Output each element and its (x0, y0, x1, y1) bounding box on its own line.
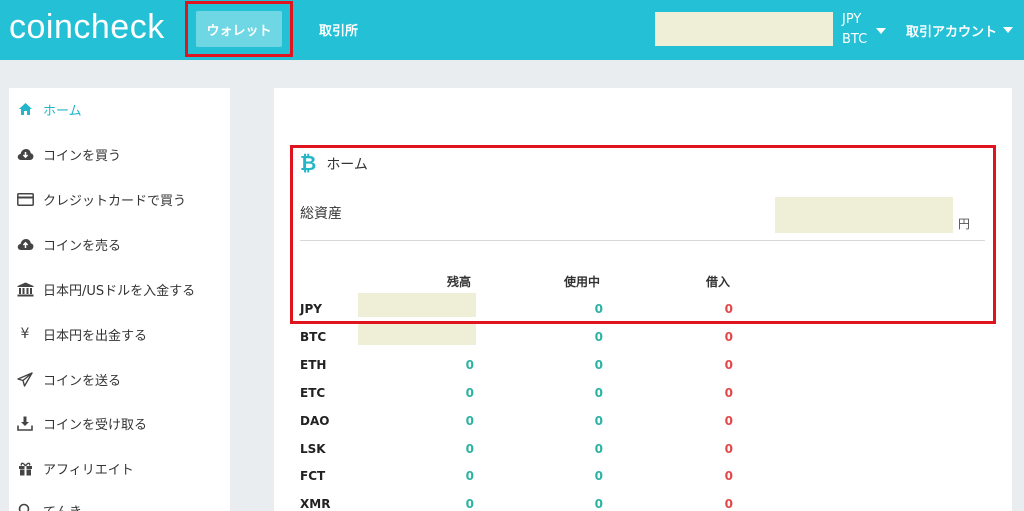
home-summary-highlight-box (290, 145, 996, 324)
home-icon (16, 101, 34, 117)
table-row: FCT 0 0 0 (300, 467, 760, 487)
sidebar-item-label: 日本円を出金する (43, 328, 148, 344)
balance-value: 0 (465, 442, 474, 456)
sidebar-item-label: ホーム (43, 103, 82, 119)
borrowed-value: 0 (724, 386, 733, 400)
currency-code: FCT (300, 469, 326, 483)
balance-value: 0 (465, 469, 474, 483)
currency-switcher[interactable]: JPY BTC (842, 10, 867, 50)
borrowed-value: 0 (724, 497, 733, 511)
table-row: ETH 0 0 0 (300, 356, 760, 376)
in-use-value: 0 (594, 497, 603, 511)
sidebar-item-label: コインを受け取る (43, 417, 148, 433)
balance-value: 0 (465, 358, 474, 372)
cloud-upload-icon (16, 236, 34, 252)
in-use-value: 0 (594, 414, 603, 428)
wallet-highlight-box (185, 1, 293, 57)
send-icon (16, 371, 34, 387)
sidebar-item-withdraw[interactable]: ¥ 日本円を出金する (16, 324, 147, 344)
sidebar-item-deposit[interactable]: 日本円/USドルを入金する (16, 279, 195, 299)
currency-option-jpy[interactable]: JPY (842, 10, 867, 30)
credit-card-icon (16, 191, 34, 207)
table-row: DAO 0 0 0 (300, 412, 760, 432)
currency-code: XMR (300, 497, 331, 511)
gift-icon (16, 460, 34, 476)
sidebar-item-label: てんき (43, 501, 82, 511)
borrowed-value: 0 (724, 414, 733, 428)
exchange-nav-link[interactable]: 取引所 (319, 20, 358, 39)
sidebar-item-label: コインを買う (43, 148, 122, 164)
currency-option-btc[interactable]: BTC (842, 30, 867, 50)
sidebar-item-buy[interactable]: コインを買う (16, 144, 121, 164)
coincheck-logo[interactable]: coincheck (9, 8, 165, 47)
yen-icon: ¥ (20, 326, 30, 342)
table-row: BTC 0 0 (300, 321, 760, 348)
download-icon (16, 415, 34, 431)
redacted-user-info (655, 12, 833, 46)
sidebar-item-send[interactable]: コインを送る (16, 369, 121, 389)
sidebar-item-sell[interactable]: コインを売る (16, 234, 121, 254)
in-use-value: 0 (594, 330, 603, 344)
currency-code: ETC (300, 386, 326, 400)
top-header: coincheck ウォレット 取引所 JPY BTC 取引アカウント (0, 0, 1024, 60)
currency-code: LSK (300, 442, 326, 456)
currency-code: ETH (300, 358, 327, 372)
sidebar-item-label: 日本円/USドルを入金する (43, 283, 196, 299)
in-use-value: 0 (594, 386, 603, 400)
bank-icon (16, 281, 34, 297)
redacted-balance (358, 321, 476, 345)
sidebar-item-more[interactable]: てんき (16, 500, 82, 511)
borrowed-value: 0 (724, 469, 733, 483)
table-row: XMR 0 0 0 (300, 495, 760, 511)
sidebar-item-credit-card[interactable]: クレジットカードで買う (16, 189, 186, 209)
currency-chevron-down-icon[interactable] (876, 28, 886, 34)
in-use-value: 0 (594, 358, 603, 372)
table-row: ETC 0 0 0 (300, 384, 760, 404)
balance-value: 0 (465, 386, 474, 400)
borrowed-value: 0 (724, 442, 733, 456)
currency-code: BTC (300, 330, 327, 344)
sidebar-item-label: コインを送る (43, 373, 122, 389)
sidebar-item-affiliate[interactable]: アフィリエイト (16, 458, 134, 478)
borrowed-value: 0 (724, 358, 733, 372)
sidebar-item-label: アフィリエイト (43, 462, 134, 478)
search-icon (16, 502, 34, 511)
in-use-value: 0 (594, 442, 603, 456)
sidebar-item-receive[interactable]: コインを受け取る (16, 413, 147, 433)
sidebar-item-home[interactable]: ホーム (16, 99, 82, 119)
balance-value: 0 (465, 497, 474, 511)
borrowed-value: 0 (724, 330, 733, 344)
sidebar-item-label: クレジットカードで買う (43, 193, 187, 209)
sidebar-item-label: コインを売る (43, 238, 122, 254)
currency-code: DAO (300, 414, 330, 428)
cloud-download-icon (16, 146, 34, 162)
trade-account-menu[interactable]: 取引アカウント (906, 21, 997, 40)
account-chevron-down-icon[interactable] (1003, 27, 1013, 33)
in-use-value: 0 (594, 469, 603, 483)
balance-value: 0 (465, 414, 474, 428)
table-row: LSK 0 0 0 (300, 440, 760, 460)
